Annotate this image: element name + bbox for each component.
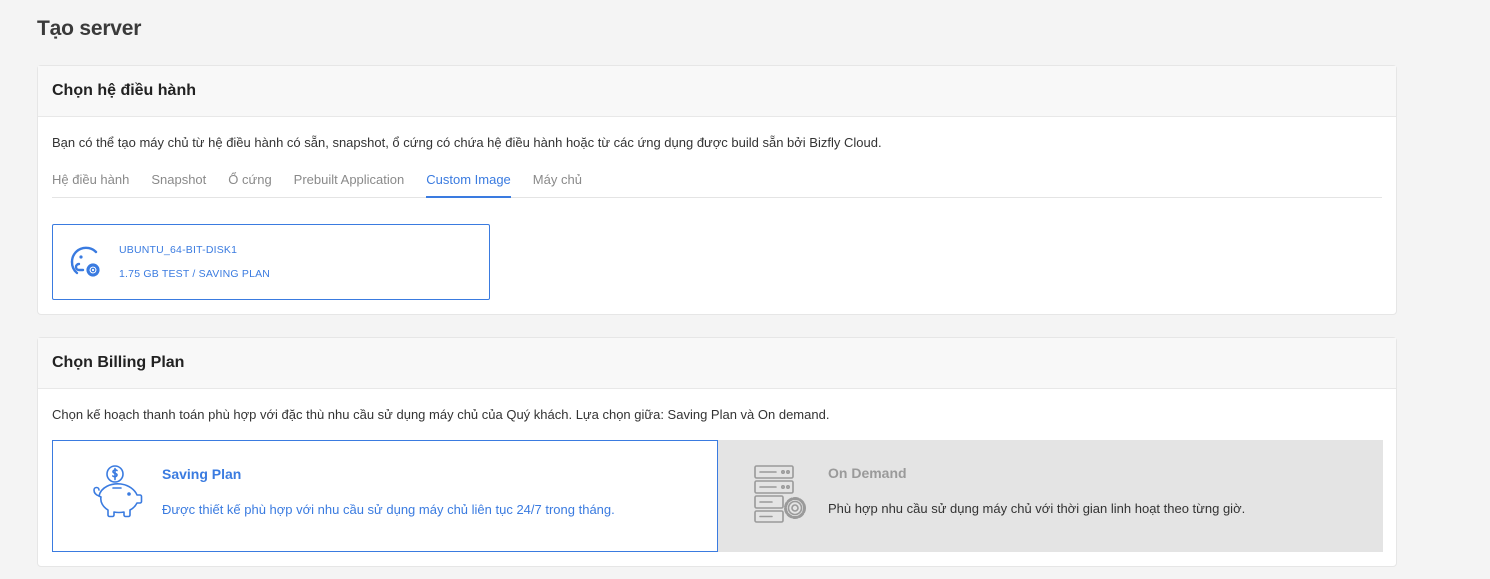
page-title: Tạo server (37, 17, 142, 40)
tab-operating-system[interactable]: Hệ điều hành (52, 169, 129, 198)
tab-server[interactable]: Máy chủ (533, 169, 582, 198)
os-section-title: Chọn hệ điều hành (38, 66, 1396, 117)
custom-image-option[interactable]: UBUNTU_64-BIT-DISK1 1.75 GB TEST / SAVIN… (52, 224, 490, 300)
os-source-tabs: Hệ điều hành Snapshot Ổ cứng Prebuilt Ap… (52, 169, 1382, 198)
piggy-bank-icon (93, 465, 143, 518)
saving-plan-description: Được thiết kế phù hợp với nhu cầu sử dụn… (162, 502, 615, 517)
os-section-card: Chọn hệ điều hành Bạn có thể tạo máy chủ… (37, 65, 1397, 315)
disk-gear-icon (70, 246, 100, 277)
tab-prebuilt-application[interactable]: Prebuilt Application (294, 169, 405, 198)
on-demand-title: On Demand (828, 465, 907, 481)
tab-snapshot[interactable]: Snapshot (151, 169, 206, 198)
os-section-description: Bạn có thể tạo máy chủ từ hệ điều hành c… (52, 135, 882, 150)
on-demand-option[interactable]: On Demand Phù hợp nhu cầu sử dụng máy ch… (718, 440, 1383, 552)
billing-section-description: Chọn kế hoạch thanh toán phù hợp với đặc… (52, 407, 830, 422)
billing-section-title: Chọn Billing Plan (38, 338, 1396, 389)
custom-image-meta: 1.75 GB TEST / SAVING PLAN (119, 268, 271, 280)
tab-disk[interactable]: Ổ cứng (228, 169, 271, 198)
tab-custom-image[interactable]: Custom Image (426, 169, 511, 198)
saving-plan-option[interactable]: Saving Plan Được thiết kế phù hợp với nh… (52, 440, 718, 552)
custom-image-name: UBUNTU_64-BIT-DISK1 (119, 244, 238, 256)
server-gear-icon (754, 465, 806, 523)
billing-plan-options: Saving Plan Được thiết kế phù hợp với nh… (52, 440, 1383, 552)
saving-plan-title: Saving Plan (162, 466, 242, 482)
billing-section-card: Chọn Billing Plan Chọn kế hoạch thanh to… (37, 337, 1397, 567)
on-demand-description: Phù hợp nhu cầu sử dụng máy chủ với thời… (828, 501, 1246, 516)
